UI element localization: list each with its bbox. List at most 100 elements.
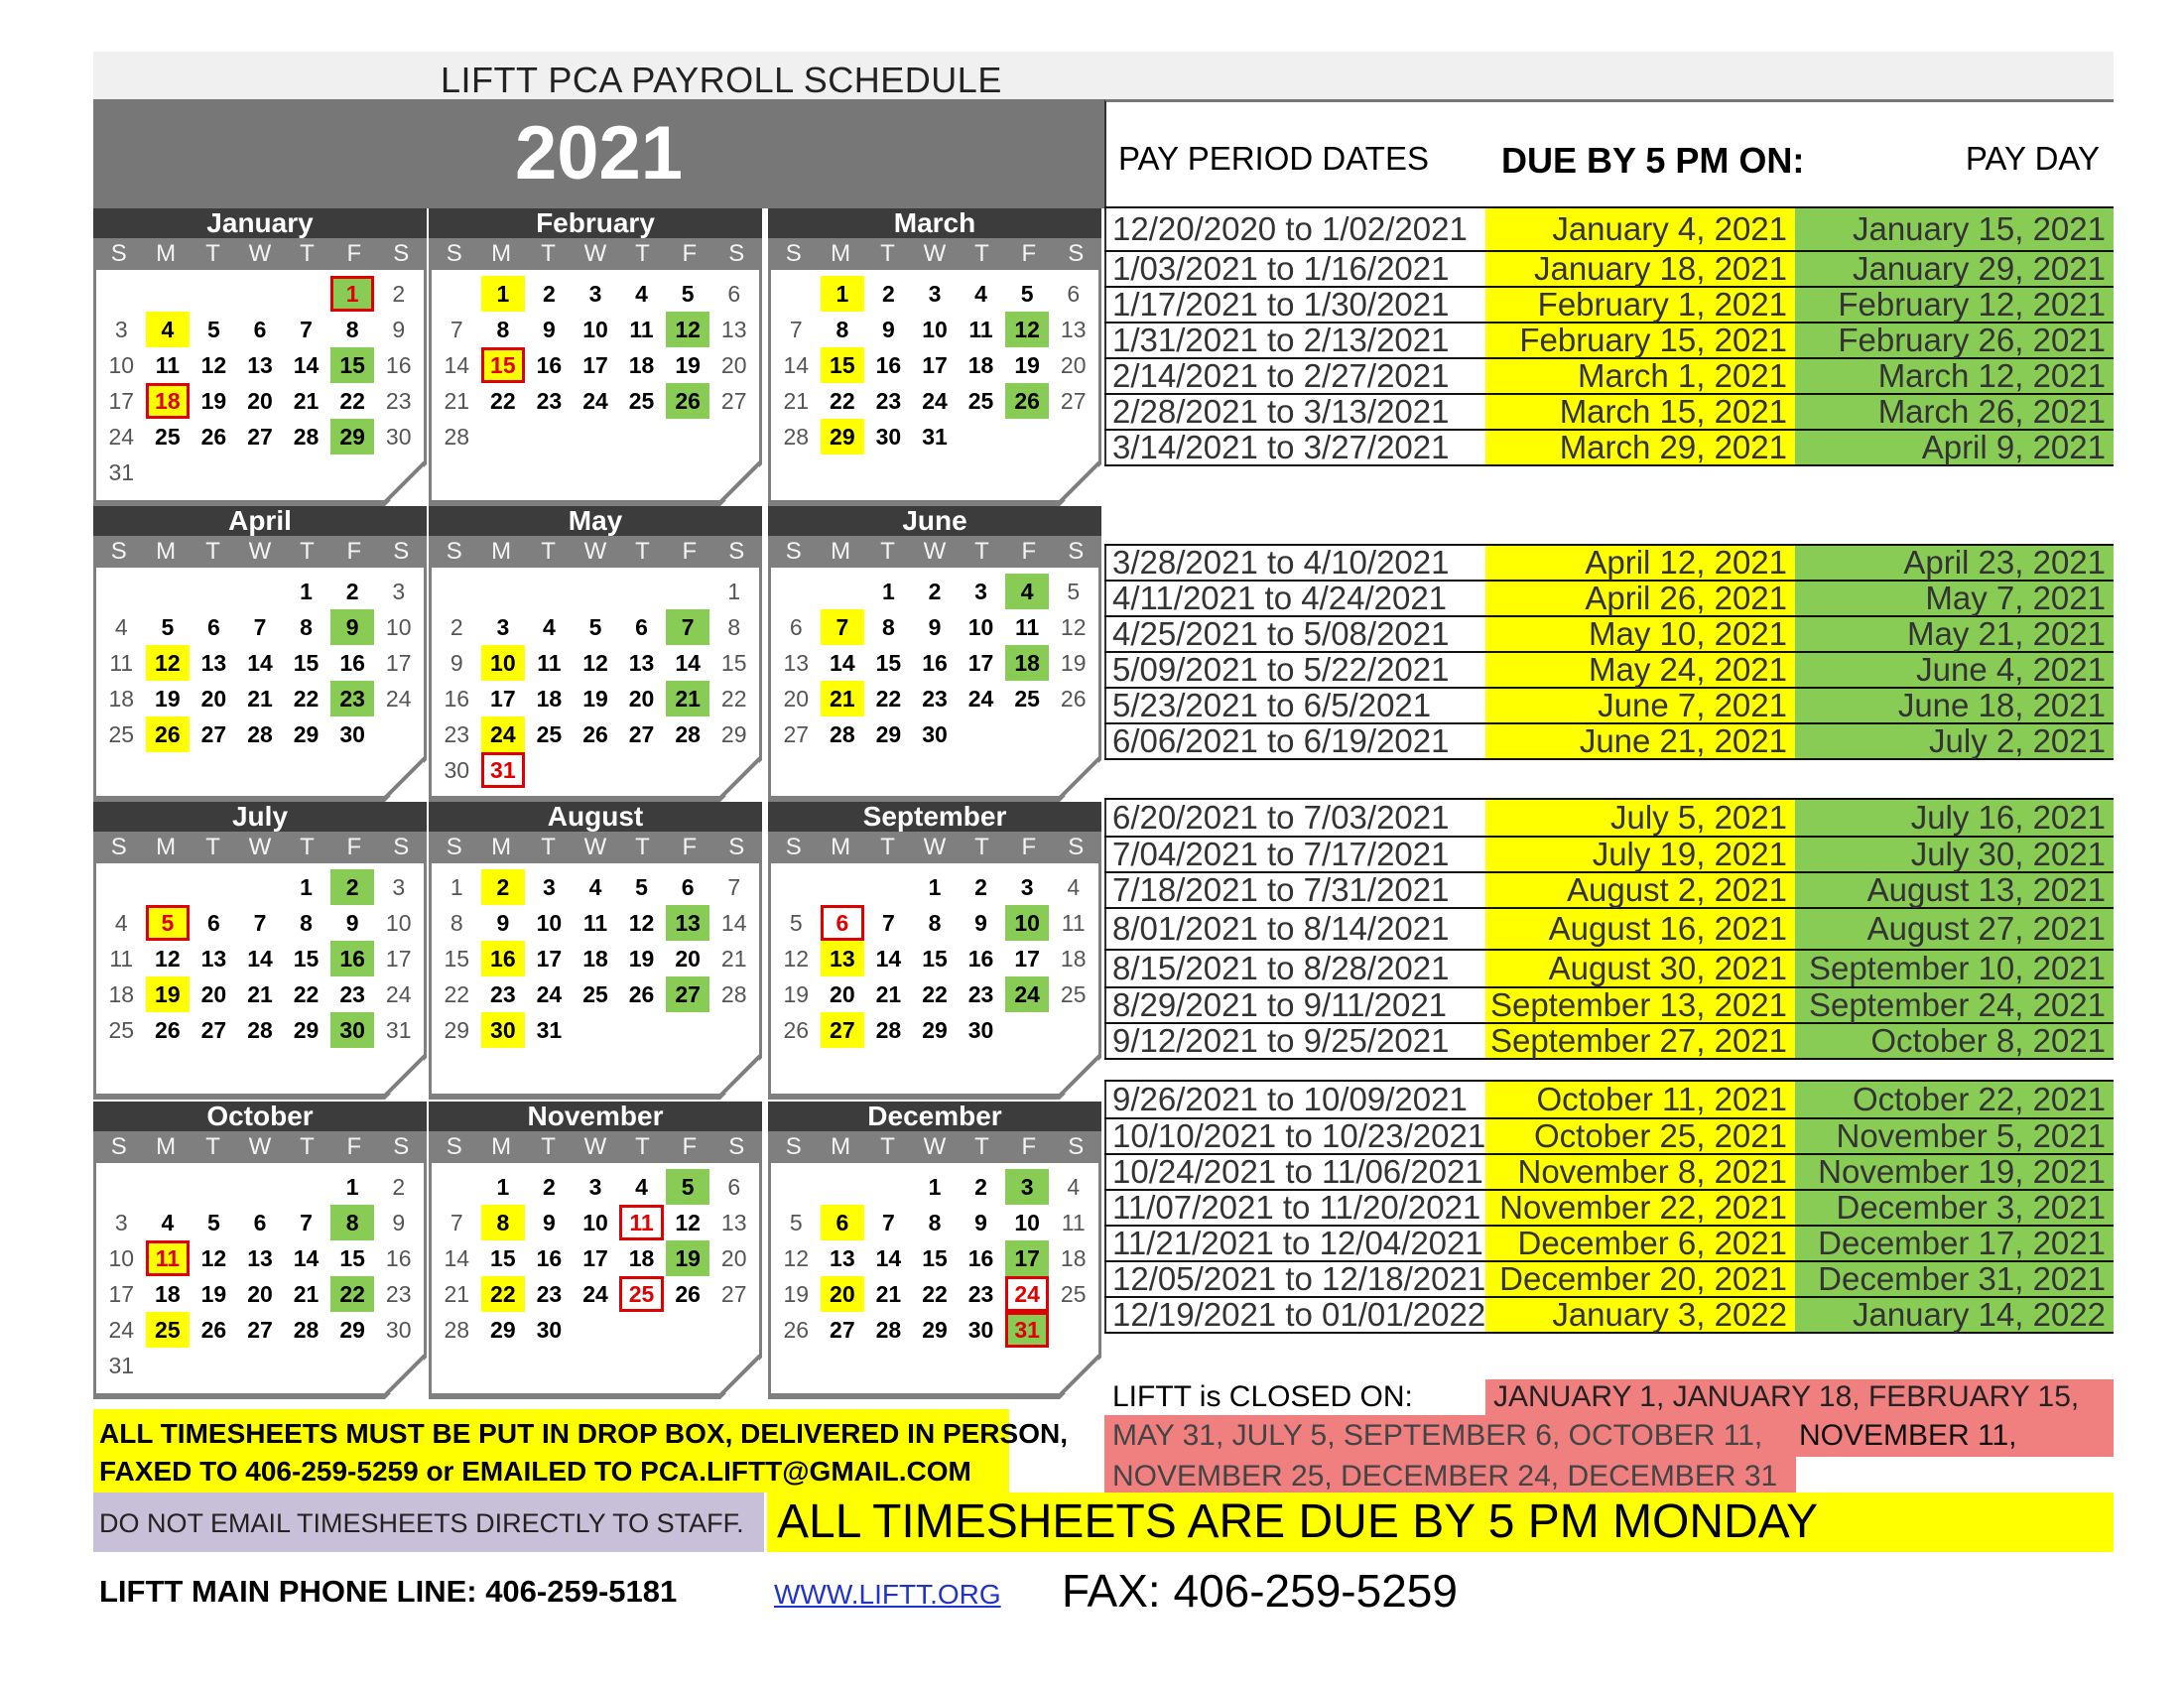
calendar-day-due: 1 xyxy=(820,276,865,312)
calendar-day: 12 xyxy=(200,1245,227,1271)
calendar-day: 29 xyxy=(293,721,320,747)
month-name: April xyxy=(93,506,427,536)
calendar-day: 8 xyxy=(300,910,313,936)
calendar-day: 5 xyxy=(1020,281,1034,307)
calendar-day: 2 xyxy=(882,281,895,307)
month-days: 1 2 3 4 5 6 7 8 9 10 11 12 13 14 15 16 17 18 19 20 21 22 23 24 2… xyxy=(93,568,427,802)
due-date-cell: May 24, 2021 xyxy=(1485,653,1795,687)
table-row: 11/07/2021 to 11/20/2021 November 22, 202… xyxy=(1104,1191,2114,1227)
calendar-day: 18 xyxy=(108,686,135,712)
calendar-day-due: 7 xyxy=(820,609,865,645)
calendar-day: 28 xyxy=(830,721,855,747)
calendar-day: 7 xyxy=(789,317,803,342)
table-row: 12/20/2020 to 1/02/2021 January 4, 2021 Ja… xyxy=(1104,208,2114,252)
calendar-day: 19 xyxy=(628,946,655,972)
weekday-label: M xyxy=(831,1133,851,1160)
calendar-day-payday: 13 xyxy=(665,905,710,941)
calendar-day: 6 xyxy=(727,281,741,307)
weekday-label: M xyxy=(156,240,177,267)
calendar-day: 2 xyxy=(450,614,463,640)
due-date-cell: December 20, 2021 xyxy=(1485,1262,1795,1296)
website-link[interactable]: WWW.LIFTT.ORG xyxy=(774,1579,1001,1611)
empty-day xyxy=(98,1169,145,1205)
calendar-day: 22 xyxy=(490,388,516,414)
calendar-day: 28 xyxy=(444,1317,470,1343)
empty-day xyxy=(145,276,192,312)
calendar-day: 6 xyxy=(253,317,267,342)
weekday-label: W xyxy=(248,834,272,860)
calendar-day: 8 xyxy=(496,317,510,342)
calendar-day: 13 xyxy=(720,1210,747,1235)
weekday-label: S xyxy=(785,240,802,267)
calendar-day: 21 xyxy=(247,981,273,1007)
calendar-day: 18 xyxy=(108,981,135,1007)
calendar-day: 3 xyxy=(588,1174,602,1200)
due-date-cell: July 19, 2021 xyxy=(1485,838,1795,871)
calendar-day: 16 xyxy=(339,650,365,676)
pay-period-cell: 12/20/2020 to 1/02/2021 xyxy=(1104,208,1485,250)
table-row: 11/21/2021 to 12/04/2021 December 6, 2021… xyxy=(1104,1227,2114,1262)
calendar-day: 2 xyxy=(543,1174,556,1200)
calendar-day: 7 xyxy=(253,910,267,936)
calendar-day: 4 xyxy=(114,910,128,936)
calendar-day: 4 xyxy=(1067,1174,1081,1200)
due-date-cell: August 16, 2021 xyxy=(1485,909,1795,949)
calendar-day: 13 xyxy=(200,650,227,676)
month-name: February xyxy=(429,208,762,238)
calendar-day: 6 xyxy=(635,614,648,640)
calendar-day: 7 xyxy=(450,1210,463,1235)
weekday-label: T xyxy=(541,538,556,565)
calendar-day: 13 xyxy=(200,946,227,972)
calendar-day: 14 xyxy=(830,650,855,676)
calendar-day: 4 xyxy=(635,281,648,307)
table-row: 1/31/2021 to 2/13/2021 February 15, 2021 F… xyxy=(1104,324,2114,359)
calendar-day: 8 xyxy=(450,910,463,936)
table-row: 6/06/2021 to 6/19/2021 June 21, 2021 July … xyxy=(1104,724,2114,760)
due-date-cell: June 21, 2021 xyxy=(1485,724,1795,758)
calendar-day: 22 xyxy=(922,1281,948,1307)
pay-day-cell: December 31, 2021 xyxy=(1795,1262,2114,1296)
calendar-day: 3 xyxy=(588,281,602,307)
weekday-label: S xyxy=(446,1133,462,1160)
empty-day xyxy=(820,574,866,609)
calendar-day: 23 xyxy=(339,981,365,1007)
calendar-day: 7 xyxy=(300,1210,313,1235)
calendar-day: 24 xyxy=(108,1317,135,1343)
calendar-day-payday: 3 xyxy=(1004,1169,1050,1205)
calendar-day-due: 13 xyxy=(820,941,865,976)
weekday-label: T xyxy=(974,538,989,565)
weekday-label: T xyxy=(635,834,650,860)
calendar-day: 22 xyxy=(720,686,747,712)
weekday-label: T xyxy=(974,1133,989,1160)
fax-number: FAX: 406-259-5259 xyxy=(1062,1565,1458,1617)
month-days: 1 2 3 4 5 6 7 8 9 10 11 12 13 14 15 16 17 18 19 20 21 22 23 24 2… xyxy=(93,863,427,1100)
closed-dates-line2a: MAY 31, JULY 5, SEPTEMBER 6, OCTOBER 11, xyxy=(1112,1419,1763,1452)
calendar-day: 23 xyxy=(967,981,994,1007)
calendar-day: 4 xyxy=(1067,874,1081,900)
table-row: 2/28/2021 to 3/13/2021 March 15, 2021 Marc… xyxy=(1104,395,2114,431)
calendar-day: 21 xyxy=(293,388,320,414)
calendar-day: 27 xyxy=(830,1317,855,1343)
calendar-day: 11 xyxy=(629,317,654,342)
empty-day xyxy=(98,276,145,312)
calendar-day: 9 xyxy=(974,910,987,936)
calendar-day: 8 xyxy=(928,910,942,936)
weekday-label: S xyxy=(728,1133,745,1160)
calendar-day: 16 xyxy=(444,686,470,712)
calendar-day-closed: 5 xyxy=(145,905,191,941)
calendar-day: 23 xyxy=(385,1281,412,1307)
calendar-day: 10 xyxy=(385,614,412,640)
pay-day-cell: October 22, 2021 xyxy=(1795,1082,2114,1117)
calendar-day: 2 xyxy=(928,579,942,604)
weekday-label: S xyxy=(393,834,410,860)
calendar-day: 21 xyxy=(247,686,273,712)
calendar-day: 11 xyxy=(1061,1210,1086,1235)
calendar-day: 15 xyxy=(339,1245,365,1271)
calendar-day: 23 xyxy=(922,686,948,712)
weekday-label: T xyxy=(880,1133,895,1160)
calendar-day: 20 xyxy=(720,352,747,378)
calendar-day: 6 xyxy=(789,614,803,640)
calendar-day: 28 xyxy=(675,721,701,747)
weekday-label: S xyxy=(728,240,745,267)
calendar-day-due: 24 xyxy=(480,716,526,752)
